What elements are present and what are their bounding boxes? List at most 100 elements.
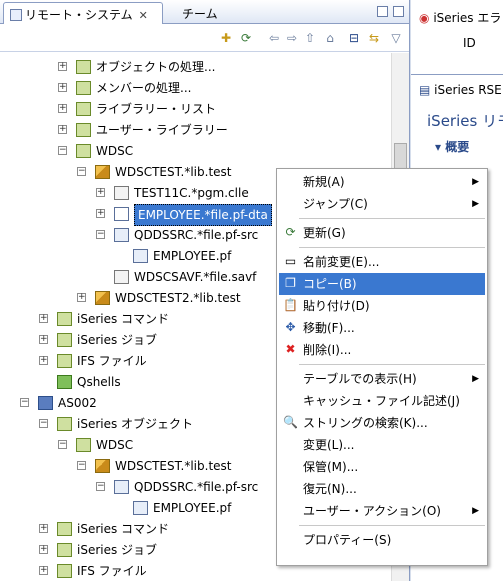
library-icon (95, 291, 110, 305)
view-menu-icon[interactable]: ▽ (388, 30, 404, 46)
menu-separator (299, 218, 485, 219)
tree-node[interactable]: − WDSC (0, 141, 380, 161)
close-icon[interactable]: ✕ (139, 9, 148, 22)
divider (411, 74, 503, 75)
expand-icon[interactable]: + (77, 293, 86, 302)
home-icon[interactable]: ⌂ (322, 30, 338, 46)
forward-icon[interactable]: ⇨ (284, 30, 300, 46)
tree-node-label: IFS ファイル (77, 354, 147, 368)
collapse-icon[interactable]: − (96, 482, 105, 491)
chevron-down-icon: ▾ (435, 140, 442, 154)
page-title: iSeries リモ (427, 112, 503, 130)
menu-separator (299, 247, 485, 248)
tree-node-label: メンバーの処理... (96, 81, 192, 95)
maximize-icon[interactable] (393, 6, 404, 17)
error-list-icon: ◉ (419, 11, 430, 25)
folder-icon (76, 81, 91, 95)
tab-label: iSeries エラ (433, 11, 502, 25)
folder-icon (57, 417, 72, 431)
shell-icon (57, 375, 72, 389)
menu-item[interactable]: ❐ コピー(B) (279, 273, 485, 295)
rename-icon: ▭ (284, 254, 297, 268)
menu-item[interactable]: ▭ 名前変更(E)... (279, 251, 485, 273)
tree-node-label: WDSCTEST2.*lib.test (115, 291, 241, 305)
minimize-icon[interactable] (377, 6, 388, 17)
expand-icon[interactable]: + (58, 125, 67, 134)
tree-node[interactable]: + オブジェクトの処理... (0, 57, 380, 77)
collapse-all-icon[interactable]: ⊟ (346, 30, 362, 46)
collapse-icon[interactable]: − (77, 461, 86, 470)
tab-iseries-error-list[interactable]: ◉ iSeries エラ (415, 6, 503, 30)
tree-node[interactable]: + ユーザー・ライブラリー (0, 120, 380, 140)
remote-systems-icon (10, 9, 22, 21)
tab-iseries-rse[interactable]: ▤ iSeries RSE (415, 80, 503, 104)
source-file-icon (114, 228, 129, 242)
menu-item[interactable]: ユーザー・アクション(O) ▶ (279, 500, 485, 522)
folder-icon (57, 312, 72, 326)
tab-team[interactable]: チーム (176, 2, 224, 24)
expand-icon[interactable]: + (58, 83, 67, 92)
menu-item[interactable]: 📋 貼り付け(D) (279, 295, 485, 317)
tree-node-label: AS002 (58, 396, 97, 410)
menu-item[interactable]: ジャンプ(C) ▶ (279, 193, 485, 215)
view-tab-bar: リモート・システム ✕ チーム (0, 0, 409, 24)
menu-item-label: 移動(F)... (303, 321, 355, 335)
folder-icon (57, 522, 72, 536)
tree-node[interactable]: + メンバーの処理... (0, 78, 380, 98)
section-overview[interactable]: ▾ 概要 (435, 138, 469, 155)
menu-item-label: 復元(N)... (303, 482, 357, 496)
object-icon (114, 270, 129, 284)
menu-item[interactable]: キャッシュ・ファイル記述(J) (279, 390, 485, 412)
new-connection-icon[interactable]: ✚ (218, 30, 234, 46)
menu-item[interactable]: 復元(N)... (279, 478, 485, 500)
menu-item[interactable]: ✖ 削除(I)... (279, 339, 485, 361)
tree-node-label: オブジェクトの処理... (96, 60, 216, 74)
expand-icon[interactable]: + (39, 356, 48, 365)
collapse-icon[interactable]: − (39, 419, 48, 428)
menu-item-label: テーブルでの表示(H) (303, 372, 417, 386)
column-id: ID (463, 36, 476, 50)
folder-icon (76, 60, 91, 74)
expand-icon[interactable]: + (58, 62, 67, 71)
tree-node-label: ユーザー・ライブラリー (96, 123, 228, 137)
menu-item-label: 名前変更(E)... (303, 255, 380, 269)
search-string-icon: 🔍 (283, 415, 298, 429)
menu-item[interactable]: テーブルでの表示(H) ▶ (279, 368, 485, 390)
menu-item-label: 更新(G) (303, 226, 346, 240)
up-icon[interactable]: ⇧ (302, 30, 318, 46)
menu-item-label: 変更(L)... (303, 438, 355, 452)
expand-icon[interactable]: + (39, 545, 48, 554)
collapse-icon[interactable]: − (20, 398, 29, 407)
tree-node-label: WDSCTEST.*lib.test (115, 165, 232, 179)
system-icon (38, 396, 53, 410)
source-file-icon (114, 480, 129, 494)
collapse-icon[interactable]: − (58, 440, 67, 449)
menu-item[interactable]: 🔍 ストリングの検索(K)... (279, 412, 485, 434)
tree-node-label: TEST11C.*pgm.clle (134, 186, 249, 200)
tab-label: リモート・システム (25, 8, 133, 22)
expand-icon[interactable]: + (39, 524, 48, 533)
collapse-icon[interactable]: − (58, 146, 67, 155)
refresh-icon[interactable]: ⟳ (238, 30, 254, 46)
menu-separator (299, 525, 485, 526)
expand-icon[interactable]: + (58, 104, 67, 113)
collapse-icon[interactable]: − (96, 230, 105, 239)
expand-icon[interactable]: + (96, 209, 105, 218)
tab-remote-systems[interactable]: リモート・システム ✕ (3, 2, 163, 24)
tree-node[interactable]: + ライブラリー・リスト (0, 99, 380, 119)
expand-icon[interactable]: + (39, 335, 48, 344)
menu-item[interactable]: 新規(A) ▶ (279, 171, 485, 193)
expand-icon[interactable]: + (39, 566, 48, 575)
back-icon[interactable]: ⇦ (266, 30, 282, 46)
expand-icon[interactable]: + (96, 188, 105, 197)
expand-icon[interactable]: + (39, 314, 48, 323)
menu-item[interactable]: プロパティー(S) (279, 529, 485, 551)
menu-item[interactable]: 変更(L)... (279, 434, 485, 456)
tree-node-label: QDDSSRC.*file.pf-src (134, 228, 259, 242)
folder-icon (57, 564, 72, 578)
link-with-editor-icon[interactable]: ⇆ (366, 30, 382, 46)
menu-item[interactable]: ✥ 移動(F)... (279, 317, 485, 339)
menu-item[interactable]: ⟳ 更新(G) (279, 222, 485, 244)
collapse-icon[interactable]: − (77, 167, 86, 176)
menu-item[interactable]: 保管(M)... (279, 456, 485, 478)
